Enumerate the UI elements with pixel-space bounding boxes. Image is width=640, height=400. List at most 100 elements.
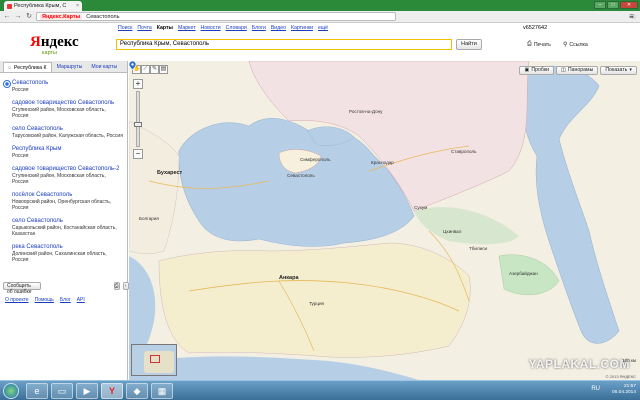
map-scale: 100 км — [622, 358, 636, 363]
map-label-stavropol: Ставрополь — [451, 149, 477, 154]
taskbar: e ▭ ▶ Y ◆ ▦ RU 21:57 06.04.2014 — [0, 380, 640, 400]
results-panel: ⌂ Республика К Маршруты Мои карты Севасто… — [0, 61, 129, 380]
print-results-icon[interactable]: ⎙ — [113, 282, 120, 290]
zoom-slider-handle[interactable] — [134, 122, 142, 127]
results-list: Севастополь Россия садовое товарищество … — [0, 73, 127, 263]
layers-tool-icon[interactable]: ▤ — [159, 65, 168, 74]
back-icon[interactable]: ← — [3, 13, 11, 21]
traffic-button[interactable]: ▣ Пробки — [519, 66, 554, 75]
nav-video[interactable]: Видео — [271, 25, 286, 31]
link-blog[interactable]: Блог — [60, 297, 71, 303]
map-label-sevastopol: Севастополь — [287, 173, 315, 178]
logo-subtitle: карты — [42, 50, 57, 56]
overview-minimap[interactable] — [131, 344, 177, 376]
find-button[interactable]: Найти — [456, 39, 482, 50]
map-label-ankara: Анкара — [279, 275, 299, 281]
close-window-button[interactable]: ✕ — [620, 1, 638, 9]
link-icon: ⚲ — [563, 42, 568, 48]
map-tools: ✋ ⟋ ✎ ▤ — [132, 65, 168, 74]
yandex-favicon-icon — [7, 3, 12, 9]
map-label-bulgaria: Болгария — [139, 216, 159, 221]
chevron-down-icon: ▾ — [629, 67, 632, 73]
map-label-tbilisi: Тбилиси — [469, 246, 488, 251]
map-label-krasnodar: Краснодар — [371, 160, 394, 165]
nav-market[interactable]: Маркет — [178, 25, 196, 31]
taskbar-folder-icon[interactable]: ▦ — [151, 383, 173, 399]
result-item[interactable]: село Севастополь Тарусовский район, Калу… — [12, 125, 123, 139]
tab-close-icon[interactable]: × — [76, 3, 79, 9]
print-button[interactable]: ⎙ Печать — [527, 40, 551, 49]
ruler-tool-icon[interactable]: ⟋ — [141, 65, 150, 74]
panorama-button[interactable]: ◫ Панорамы — [555, 66, 599, 75]
tray-clock[interactable]: 21:57 06.04.2014 — [612, 384, 636, 396]
result-item[interactable]: посёлок Севастополь Новоорский район, Ор… — [12, 191, 123, 211]
link-button[interactable]: ⚲ Ссылка — [563, 40, 588, 49]
nav-dictionaries[interactable]: Словари — [226, 25, 247, 31]
draw-tool-icon[interactable]: ✎ — [150, 65, 159, 74]
zoom-slider[interactable] — [134, 91, 142, 147]
link-api[interactable]: API — [77, 297, 85, 303]
taskbar-ie-icon[interactable]: e — [26, 383, 48, 399]
map-label-azerbaijan: Азербайджан — [509, 271, 538, 276]
window-controls: – □ ✕ — [594, 1, 638, 9]
result-item[interactable]: садовое товарищество Севастополь Ступинс… — [12, 99, 123, 119]
result-item[interactable]: река Севастополь Долинский район, Сахали… — [12, 243, 123, 263]
show-layers-button[interactable]: Показать ▾ — [600, 66, 637, 75]
result-item[interactable]: Республика Крым Россия — [12, 145, 123, 159]
link-about[interactable]: О проекте — [5, 297, 29, 303]
yandex-logo[interactable]: Яндекс — [30, 34, 79, 51]
traffic-light-icon: ▣ — [524, 67, 530, 73]
browser-titlebar: Республика Крым, С × – □ ✕ — [0, 0, 640, 11]
nav-more[interactable]: ещё — [318, 25, 328, 31]
address-bar[interactable]: Яндекс.Карты Севастополь — [36, 12, 396, 21]
nav-search[interactable]: Поиск — [118, 25, 132, 31]
map-copyright: © 2013 ЯНДЕКС — [605, 374, 636, 379]
map-canvas — [129, 61, 620, 380]
tab-title: Республика Крым, С — [14, 3, 67, 9]
user-id[interactable]: v6527642 — [523, 25, 547, 31]
tray-lang[interactable]: RU — [591, 386, 600, 392]
link-help[interactable]: Помощь — [35, 297, 54, 303]
nav-images[interactable]: Картинки — [291, 25, 313, 31]
location-pin-icon[interactable] — [129, 61, 136, 70]
reload-icon[interactable]: ↻ — [25, 13, 33, 21]
browser-tab[interactable]: Республика Крым, С × — [4, 1, 82, 11]
tab-routes[interactable]: Маршруты — [53, 62, 87, 72]
map-label-sukhum: Сухум — [414, 205, 428, 210]
taskbar-app-icon[interactable]: ◆ — [126, 383, 148, 399]
map-label-rostov: Ростов-на-Дону — [349, 109, 383, 114]
tab-my-maps[interactable]: Мои карты — [87, 62, 121, 72]
nav-mail[interactable]: Почта — [137, 25, 151, 31]
start-button[interactable] — [3, 383, 19, 399]
zoom-in-button[interactable]: + — [133, 79, 143, 89]
search-input[interactable]: Республика Крым, Севастополь — [116, 39, 452, 50]
result-item[interactable]: село Севастополь Сарыкольский район, Кос… — [12, 217, 123, 237]
taskbar-yandex-browser-icon[interactable]: Y — [101, 383, 123, 399]
map-label-tskhinval: Цхинвал — [443, 229, 462, 234]
zoom-control: + − — [133, 79, 143, 159]
tab-search-results[interactable]: ⌂ Республика К — [3, 62, 52, 72]
services-nav: Поиск Почта Карты Маркет Новости Словари… — [118, 25, 328, 31]
result-item[interactable]: садовое товарищество Севастополь-2 Ступи… — [12, 165, 123, 185]
map-label-turkey: Турция — [309, 301, 325, 306]
nav-maps[interactable]: Карты — [157, 25, 173, 31]
taskbar-media-icon[interactable]: ▶ — [76, 383, 98, 399]
report-row: Сообщить об ошибке ⎙ ‹ — [3, 282, 129, 295]
minimap-viewport[interactable] — [150, 355, 160, 363]
forward-icon[interactable]: → — [14, 13, 22, 21]
result-item[interactable]: Севастополь Россия — [3, 79, 123, 93]
zoom-out-button[interactable]: − — [133, 149, 143, 159]
yandex-header: Поиск Почта Карты Маркет Новости Словари… — [0, 23, 640, 61]
url-site: Яндекс.Карты — [40, 13, 83, 20]
nav-news[interactable]: Новости — [201, 25, 221, 31]
clock-date: 06.04.2014 — [611, 390, 636, 395]
map-view[interactable]: ✋ ⟋ ✎ ▤ + − ▣ Пробки ◫ Панорамы Показать ▾ … — [129, 61, 640, 380]
browser-menu-icon[interactable]: ≡ — [627, 12, 636, 21]
url-path: Севастополь — [86, 13, 120, 20]
report-error-button[interactable]: Сообщить об ошибке — [3, 282, 41, 295]
expand-panel-icon[interactable]: ‹ — [122, 282, 129, 290]
taskbar-explorer-icon[interactable]: ▭ — [51, 383, 73, 399]
nav-blogs[interactable]: Блоги — [252, 25, 266, 31]
minimize-button[interactable]: – — [594, 1, 606, 9]
maximize-button[interactable]: □ — [607, 1, 619, 9]
